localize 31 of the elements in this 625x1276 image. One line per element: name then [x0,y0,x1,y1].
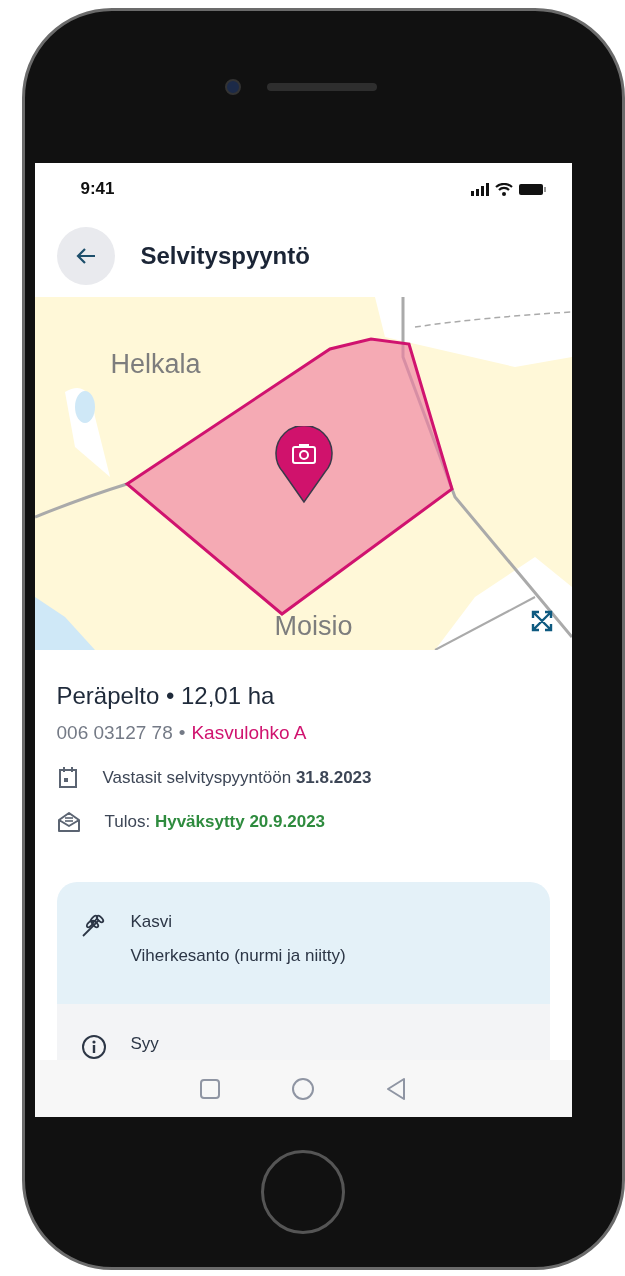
event-text: Vastasit selvityspyyntöön 31.8.2023 [102,768,372,788]
page-title: Selvityspyyntö [140,242,310,270]
card-label: Syy [130,1034,159,1054]
fullscreen-button[interactable] [529,610,554,634]
result-text: Tulos: Hyväksytty 20.9.2023 [104,812,326,832]
card-value: Viherkesanto (nurmi ja niitty) [130,946,346,966]
home-button[interactable] [291,1076,315,1101]
signal-icon [470,182,489,196]
info-card[interactable]: Kasvi Viherkesanto (nurmi ja niitty) [56,882,550,1004]
camera-pin-icon[interactable] [273,426,334,504]
block-link[interactable]: Kasvulohko A [191,722,307,744]
back-nav-button[interactable] [385,1076,407,1101]
wheat-icon [80,912,107,938]
parcel-title: Peräpelto • 12,01 ha [56,682,276,710]
status-time: 9:41 [80,179,115,199]
home-button-ring[interactable] [261,1150,345,1234]
separator-dot: • [178,722,186,744]
wifi-icon [494,182,513,196]
recents-button[interactable] [199,1077,221,1100]
camera-lens [224,79,241,95]
back-arrow-icon [74,247,97,265]
card-label: Kasvi [130,912,174,932]
envelope-icon [56,810,81,834]
parcel-id: 006 03127 78 [56,722,173,744]
place-label: Moisio [274,611,353,642]
battery-icon [518,183,546,195]
info-icon [80,1034,107,1060]
info-card[interactable]: Syy [56,1004,550,1060]
place-label: Helkala [110,349,201,380]
map-view[interactable]: Helkala Moisio [34,297,572,650]
calendar-icon [56,766,79,790]
